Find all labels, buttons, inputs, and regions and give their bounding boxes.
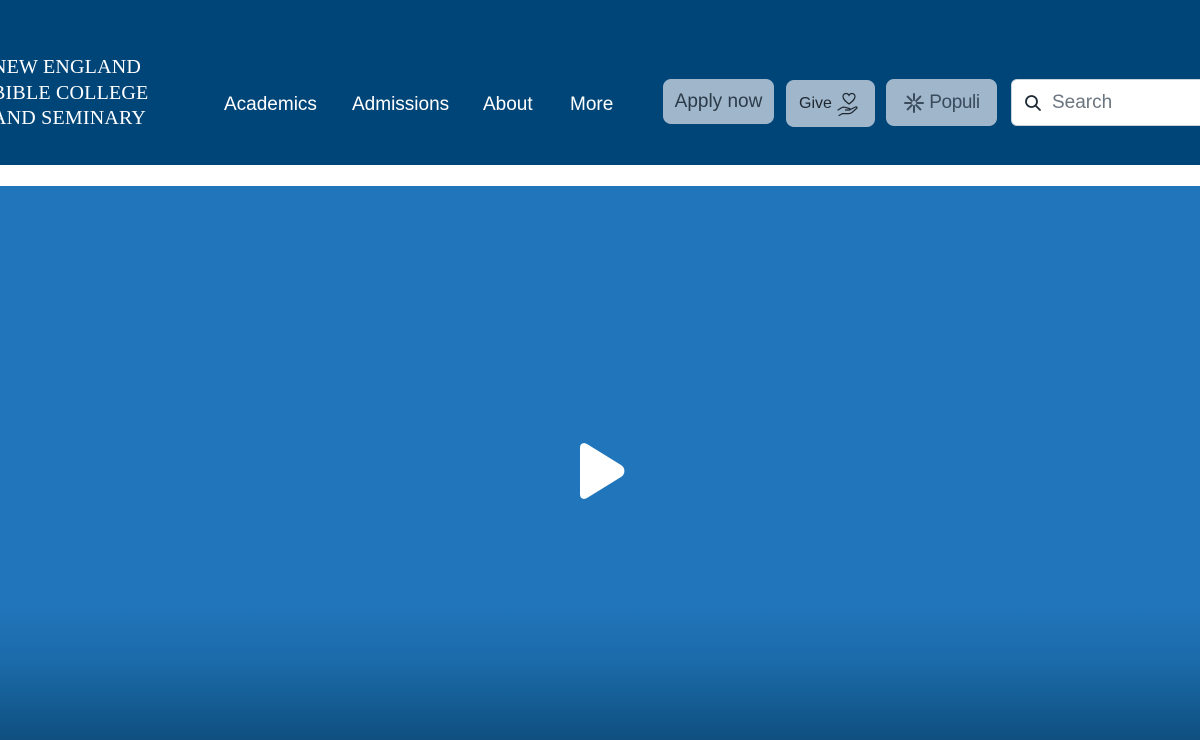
- nav-item-about[interactable]: About: [483, 92, 533, 118]
- logo-line-1: NEW ENGLAND: [0, 56, 142, 78]
- nav-item-more[interactable]: More: [570, 92, 613, 118]
- populi-logo-icon: [904, 92, 925, 113]
- hand-heart-icon: [837, 92, 858, 116]
- populi-label: Populi: [929, 91, 980, 113]
- site-header: NEW ENGLAND BIBLE COLLEGE AND SEMINARY A…: [0, 0, 1200, 165]
- search-input[interactable]: [1052, 80, 1200, 125]
- logo-line-3: AND SEMINARY: [0, 107, 147, 129]
- give-label: Give: [799, 94, 832, 112]
- logo-line-2: BIBLE COLLEGE: [0, 81, 149, 104]
- apply-now-button[interactable]: Apply now: [663, 79, 774, 124]
- search-box[interactable]: [1011, 79, 1200, 126]
- play-icon[interactable]: [568, 438, 632, 504]
- populi-button[interactable]: Populi: [886, 79, 997, 126]
- give-button[interactable]: Give: [786, 80, 875, 127]
- search-icon: [1025, 95, 1041, 111]
- site-logo[interactable]: NEW ENGLAND BIBLE COLLEGE AND SEMINARY: [0, 55, 148, 132]
- nav-item-academics[interactable]: Academics: [224, 92, 317, 118]
- apply-now-label: Apply now: [674, 90, 763, 112]
- nav-item-admissions[interactable]: Admissions: [352, 92, 449, 118]
- header-divider-strip: [0, 165, 1200, 186]
